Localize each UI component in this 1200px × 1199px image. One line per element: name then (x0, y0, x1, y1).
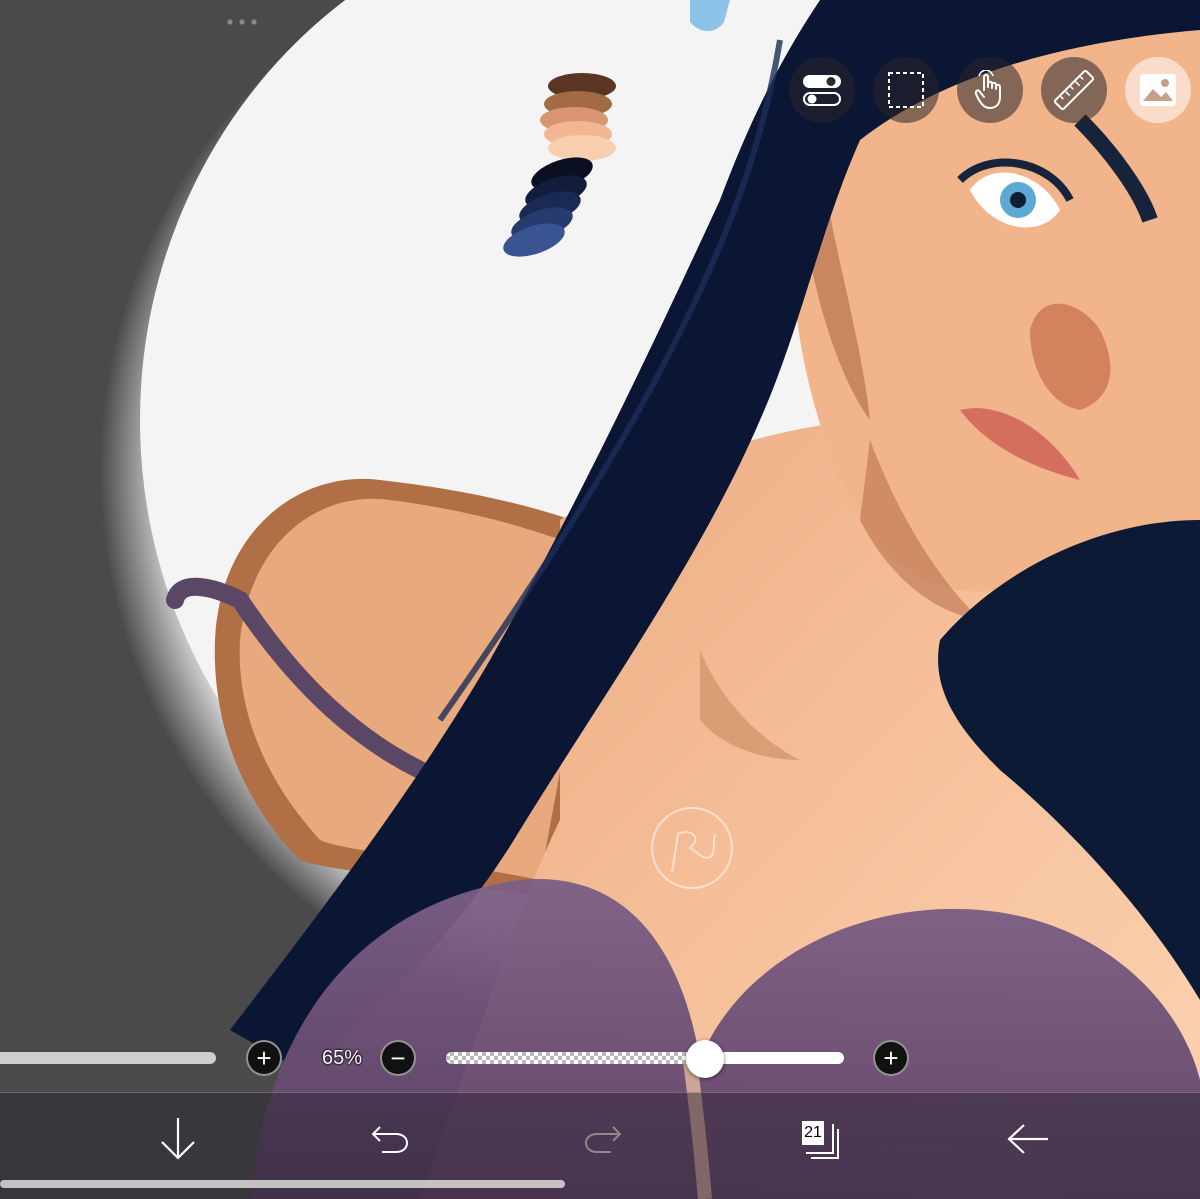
arrow-left-icon (1007, 1124, 1048, 1154)
palette-skin-swatches (540, 73, 616, 161)
opacity-slider[interactable] (446, 1052, 844, 1064)
artwork (100, 0, 1200, 1199)
ruler-button[interactable] (1041, 57, 1107, 123)
touch-hand-icon (974, 70, 1001, 109)
opacity-plus-button[interactable]: + (873, 1040, 909, 1076)
download-button[interactable] (150, 1111, 206, 1167)
drawing-canvas[interactable]: + 65% − + 21 (0, 0, 1200, 1199)
drag-handle-icon[interactable] (226, 18, 260, 26)
opacity-value: 65% (322, 1047, 363, 1069)
selection-button[interactable] (873, 57, 939, 123)
adjustment-sliders: + 65% − + (0, 1036, 1200, 1084)
palette-swatch-skin-5 (548, 135, 616, 161)
redo-button[interactable] (575, 1111, 631, 1167)
redo-icon (584, 1126, 622, 1153)
home-indicator[interactable] (0, 1180, 565, 1188)
plus-icon: + (883, 1043, 899, 1073)
minus-icon: − (390, 1043, 406, 1073)
eye-pupil (1010, 192, 1026, 208)
layers-count: 21 (802, 1121, 824, 1145)
brush-size-slider[interactable] (0, 1052, 216, 1064)
opacity-checker-fill (446, 1052, 705, 1064)
reference-image-button[interactable] (1125, 57, 1191, 123)
hand-gesture-button[interactable] (957, 57, 1023, 123)
brush-size-plus-button[interactable]: + (246, 1040, 282, 1076)
undo-icon (371, 1126, 409, 1153)
toggle-tools-button[interactable] (789, 57, 855, 123)
opacity-slider-knob[interactable] (685, 1040, 724, 1078)
layers-icon: 21 (797, 1119, 839, 1159)
undo-button[interactable] (362, 1111, 418, 1167)
ruler-icon (1054, 70, 1094, 110)
arrow-down-icon (161, 1118, 195, 1160)
image-icon (1140, 74, 1176, 106)
opacity-minus-button[interactable]: − (380, 1040, 416, 1076)
layers-button[interactable]: 21 (790, 1111, 846, 1167)
toggle-switch-icon (803, 75, 841, 106)
dashed-rectangle-icon (888, 72, 924, 108)
plus-icon: + (256, 1043, 272, 1073)
back-button[interactable] (1000, 1111, 1056, 1167)
